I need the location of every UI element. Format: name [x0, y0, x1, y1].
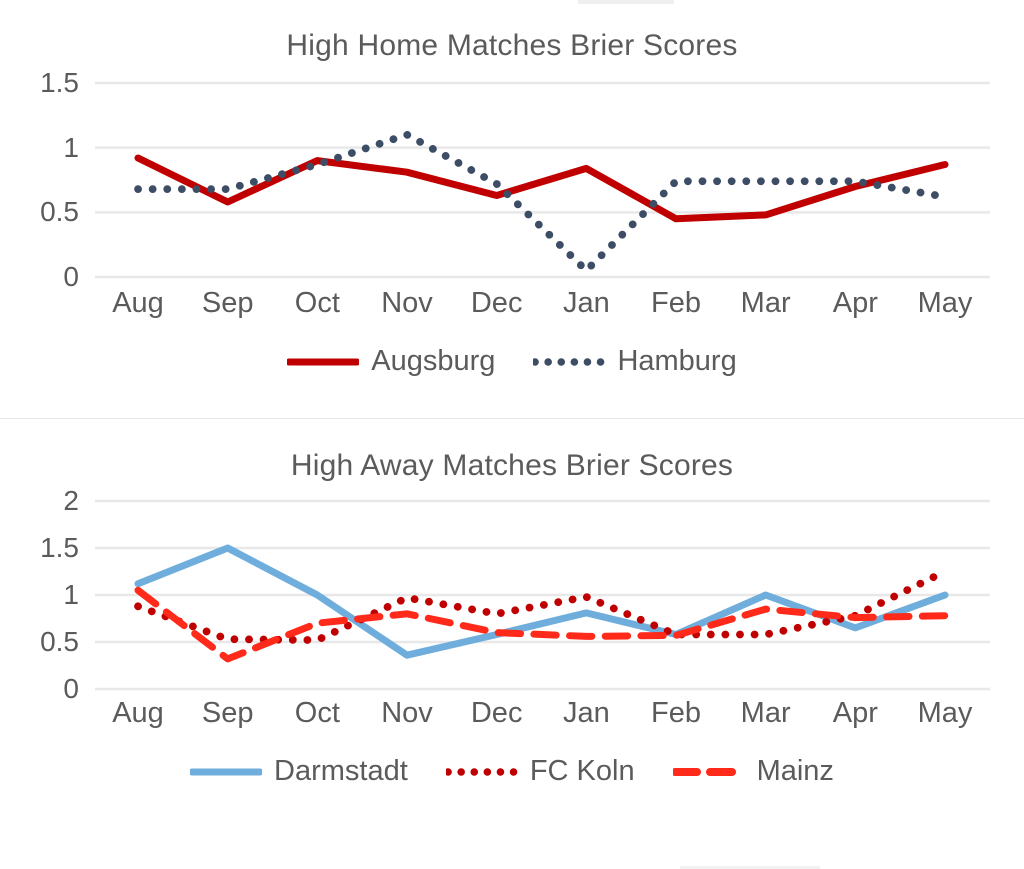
home-x-axis-labels: Aug Sep Oct Nov Dec Jan Feb Mar Apr May: [0, 287, 1024, 335]
away-x-tick-label-apr: Apr: [832, 697, 878, 729]
legend-swatch-solid-icon: [190, 768, 263, 775]
home-x-tick-label-jan: Jan: [562, 287, 610, 319]
away-x-tick-label-feb: Feb: [651, 697, 701, 729]
home-plot-area: 0 0.5 1 1.5: [0, 67, 1024, 292]
home-x-tick-label-oct: Oct: [294, 287, 340, 319]
series-line-fc-koln: [134, 567, 949, 644]
home-x-tick-label-sep: Sep: [201, 287, 254, 319]
legend-label: Hamburg: [617, 345, 737, 377]
series-line-darmstadt: [134, 544, 949, 659]
legend-swatch-dotted-icon: [445, 767, 518, 776]
home-x-tick-label-nov: Nov: [381, 287, 433, 319]
home-y-tick-label: 1: [63, 131, 79, 163]
home-chart-svg: [95, 81, 990, 279]
away-y-tick-label: 2: [63, 485, 79, 516]
legend-item-darmstadt[interactable]: Darmstadt: [190, 755, 408, 788]
home-chart-title: High Home Matches Brier Scores: [286, 29, 738, 62]
away-chart-svg: [95, 499, 990, 691]
home-x-tick-label-mar: Mar: [740, 287, 791, 319]
top-edge-artifact: [578, 0, 674, 4]
legend-label: FC Koln: [529, 755, 635, 787]
away-y-tick-label: 1: [63, 579, 79, 610]
series-line-hamburg: [134, 130, 949, 275]
home-y-tick-label: 1.5: [40, 67, 79, 98]
away-x-tick-label-may: May: [917, 697, 973, 729]
home-x-tick-label-feb: Feb: [651, 287, 701, 319]
legend-swatch-solid-icon: [287, 358, 360, 365]
legend-label: Augsburg: [371, 345, 496, 377]
legend-item-fc-koln[interactable]: FC Koln: [445, 755, 635, 788]
home-y-tick-label: 0.5: [40, 196, 79, 228]
away-x-tick-label-oct: Oct: [294, 697, 340, 729]
home-x-tick-label-dec: Dec: [470, 287, 523, 319]
away-x-tick-label-jan: Jan: [562, 697, 610, 729]
away-x-axis-labels: Aug Sep Oct Nov Dec Jan Feb Mar Apr May: [0, 697, 1024, 745]
away-y-tick-label: 0.5: [40, 626, 79, 657]
away-x-tick-label-dec: Dec: [470, 697, 523, 729]
away-legend: Darmstadt FC Koln Mainz: [0, 755, 1024, 788]
legend-item-mainz[interactable]: Mainz: [672, 755, 834, 788]
legend-label: Darmstadt: [274, 755, 408, 787]
away-x-tick-label-mar: Mar: [740, 697, 791, 729]
away-y-tick-label: 1.5: [40, 532, 79, 563]
legend-item-augsburg[interactable]: Augsburg: [287, 345, 495, 378]
home-chart-panel: High Home Matches Brier Scores 0 0.5 1 1.5 …: [0, 0, 1024, 418]
legend-item-hamburg[interactable]: Hamburg: [533, 345, 737, 378]
legend-label: Mainz: [756, 755, 834, 787]
series-line-augsburg: [134, 154, 949, 223]
away-plot-area: 0 0.5 1 1.5 2: [0, 485, 1024, 704]
away-x-tick-label-sep: Sep: [201, 697, 254, 729]
home-legend: Augsburg Hamburg: [0, 345, 1024, 378]
away-chart-title: High Away Matches Brier Scores: [290, 449, 734, 482]
away-x-tick-label-aug: Aug: [112, 697, 164, 729]
home-x-tick-label-may: May: [917, 287, 973, 319]
legend-swatch-dotted-icon: [533, 357, 606, 366]
home-x-tick-label-aug: Aug: [112, 287, 164, 319]
legend-swatch-dashed-icon: [672, 767, 745, 776]
away-chart-panel: High Away Matches Brier Scores 0 0.5 1 1.5 2…: [0, 418, 1024, 869]
away-x-tick-label-nov: Nov: [381, 697, 433, 729]
home-x-tick-label-apr: Apr: [832, 287, 878, 319]
